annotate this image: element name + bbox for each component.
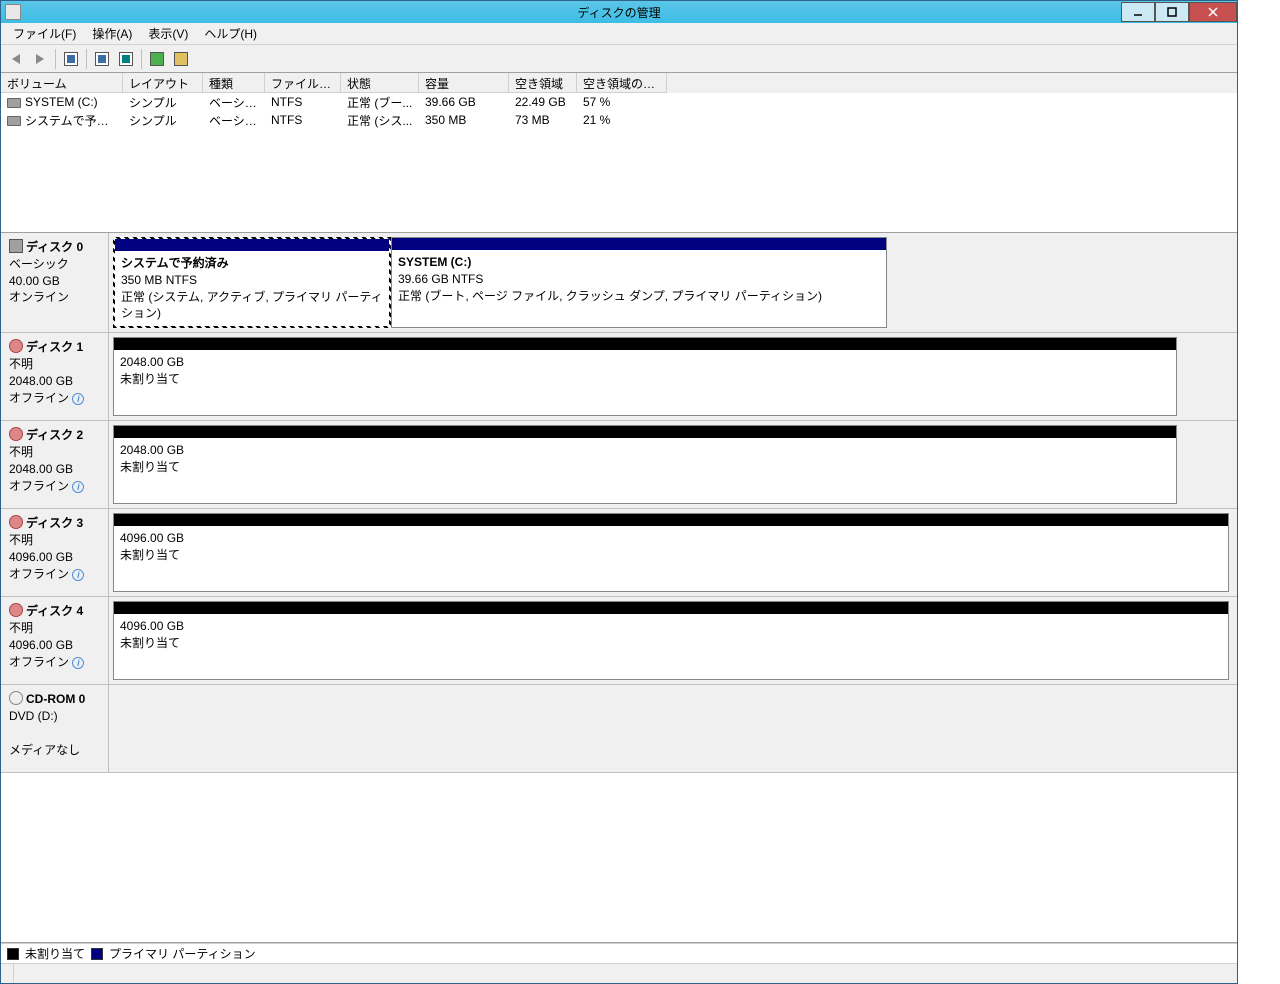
legend-primary-swatch [91,948,103,960]
menu-file[interactable]: ファイル(F) [5,23,84,44]
partition-stripe [392,238,886,250]
disk-label-panel[interactable]: ディスク 0ベーシック40.00 GBオンライン [1,233,109,332]
partition[interactable]: 4096.00 GB未割り当て [113,513,1229,592]
partition[interactable]: 2048.00 GB未割り当て [113,425,1177,504]
volume-row[interactable]: システムで予約済みシンプルベーシックNTFS正常 (シス...350 MB73 … [1,111,1237,129]
disk-icon [9,515,23,529]
col-status[interactable]: 状態 [341,73,419,93]
menubar: ファイル(F) 操作(A) 表示(V) ヘルプ(H) [1,23,1237,45]
col-layout[interactable]: レイアウト [123,73,203,93]
volume-row[interactable]: SYSTEM (C:)シンプルベーシックNTFS正常 (ブー...39.66 G… [1,93,1237,111]
disk-icon [9,691,23,705]
partition-stripe [114,602,1228,614]
disk-label-panel[interactable]: CD-ROM 0DVD (D:)メディアなし [1,685,109,772]
info-icon[interactable]: i [72,657,84,669]
partition-info: SYSTEM (C:)39.66 GB NTFS正常 (ブート, ページ ファイ… [392,250,886,327]
partition-info: 2048.00 GB未割り当て [114,438,1176,503]
col-freepct[interactable]: 空き領域の割... [577,73,667,93]
window-title: ディスクの管理 [577,4,660,21]
info-icon[interactable]: i [72,481,84,493]
partition-stripe [115,239,389,251]
disk-icon [9,239,23,253]
help-button[interactable] [91,48,113,70]
disk-body: 4096.00 GB未割り当て [109,509,1237,596]
toolbar [1,45,1237,73]
disk-body: 4096.00 GB未割り当て [109,597,1237,684]
disk-icon [9,427,23,441]
partition[interactable]: システムで予約済み350 MB NTFS正常 (システム, アクティブ, プライ… [113,237,391,328]
legend-unallocated-label: 未割り当て [25,945,85,962]
disk-row: ディスク 4不明4096.00 GBオフライン i4096.00 GB未割り当て [1,597,1237,685]
close-button[interactable] [1189,2,1237,22]
app-icon [5,4,21,20]
disk-row: ディスク 3不明4096.00 GBオフライン i4096.00 GB未割り当て [1,509,1237,597]
partition[interactable]: 2048.00 GB未割り当て [113,337,1177,416]
col-filesystem[interactable]: ファイル シス... [265,73,341,93]
volume-icon [7,98,21,108]
col-capacity[interactable]: 容量 [419,73,509,93]
disk-management-window: ディスクの管理 ファイル(F) 操作(A) 表示(V) ヘルプ(H) ボリューム… [0,0,1238,984]
legend-unallocated-swatch [7,948,19,960]
volume-icon [7,116,21,126]
forward-button[interactable] [29,48,51,70]
statusbar [1,963,1237,983]
settings-button[interactable] [115,48,137,70]
col-volume[interactable]: ボリューム [1,73,123,93]
legend: 未割り当て プライマリ パーティション [1,943,1237,963]
view-button[interactable] [60,48,82,70]
disk-icon [9,339,23,353]
volume-list-header: ボリューム レイアウト 種類 ファイル シス... 状態 容量 空き領域 空き領… [1,73,1237,93]
col-type[interactable]: 種類 [203,73,265,93]
disk-row: ディスク 2不明2048.00 GBオフライン i2048.00 GB未割り当て [1,421,1237,509]
partition-stripe [114,338,1176,350]
disk-label-panel[interactable]: ディスク 2不明2048.00 GBオフライン i [1,421,109,508]
minimize-button[interactable] [1121,2,1155,22]
disk-label-panel[interactable]: ディスク 1不明2048.00 GBオフライン i [1,333,109,420]
disk-body: システムで予約済み350 MB NTFS正常 (システム, アクティブ, プライ… [109,233,1237,332]
partition[interactable]: 4096.00 GB未割り当て [113,601,1229,680]
disk-body: 2048.00 GB未割り当て [109,333,1237,420]
disk-label-panel[interactable]: ディスク 4不明4096.00 GBオフライン i [1,597,109,684]
partition-info: 2048.00 GB未割り当て [114,350,1176,415]
info-icon[interactable]: i [72,569,84,581]
partition-info: システムで予約済み350 MB NTFS正常 (システム, アクティブ, プライ… [115,251,389,326]
menu-action[interactable]: 操作(A) [84,23,140,44]
disk-label-panel[interactable]: ディスク 3不明4096.00 GBオフライン i [1,509,109,596]
disk-icon [9,603,23,617]
partition-info: 4096.00 GB未割り当て [114,526,1228,591]
disk-row: CD-ROM 0DVD (D:)メディアなし [1,685,1237,773]
partition-stripe [114,514,1228,526]
legend-primary-label: プライマリ パーティション [109,945,256,962]
partition[interactable]: SYSTEM (C:)39.66 GB NTFS正常 (ブート, ページ ファイ… [391,237,887,328]
disk-body [109,685,1237,772]
refresh-button[interactable] [146,48,168,70]
disk-body: 2048.00 GB未割り当て [109,421,1237,508]
info-icon[interactable]: i [72,393,84,405]
disk-graphical-view[interactable]: ディスク 0ベーシック40.00 GBオンラインシステムで予約済み350 MB … [1,233,1237,943]
partition-stripe [114,426,1176,438]
menu-view[interactable]: 表示(V) [140,23,196,44]
col-free[interactable]: 空き領域 [509,73,577,93]
titlebar[interactable]: ディスクの管理 [1,1,1237,23]
menu-help[interactable]: ヘルプ(H) [196,23,265,44]
disk-row: ディスク 1不明2048.00 GBオフライン i2048.00 GB未割り当て [1,333,1237,421]
disk-row: ディスク 0ベーシック40.00 GBオンラインシステムで予約済み350 MB … [1,233,1237,333]
rescan-disks-button[interactable] [170,48,192,70]
volume-list[interactable]: ボリューム レイアウト 種類 ファイル シス... 状態 容量 空き領域 空き領… [1,73,1237,233]
partition-info: 4096.00 GB未割り当て [114,614,1228,679]
back-button[interactable] [5,48,27,70]
maximize-button[interactable] [1155,2,1189,22]
